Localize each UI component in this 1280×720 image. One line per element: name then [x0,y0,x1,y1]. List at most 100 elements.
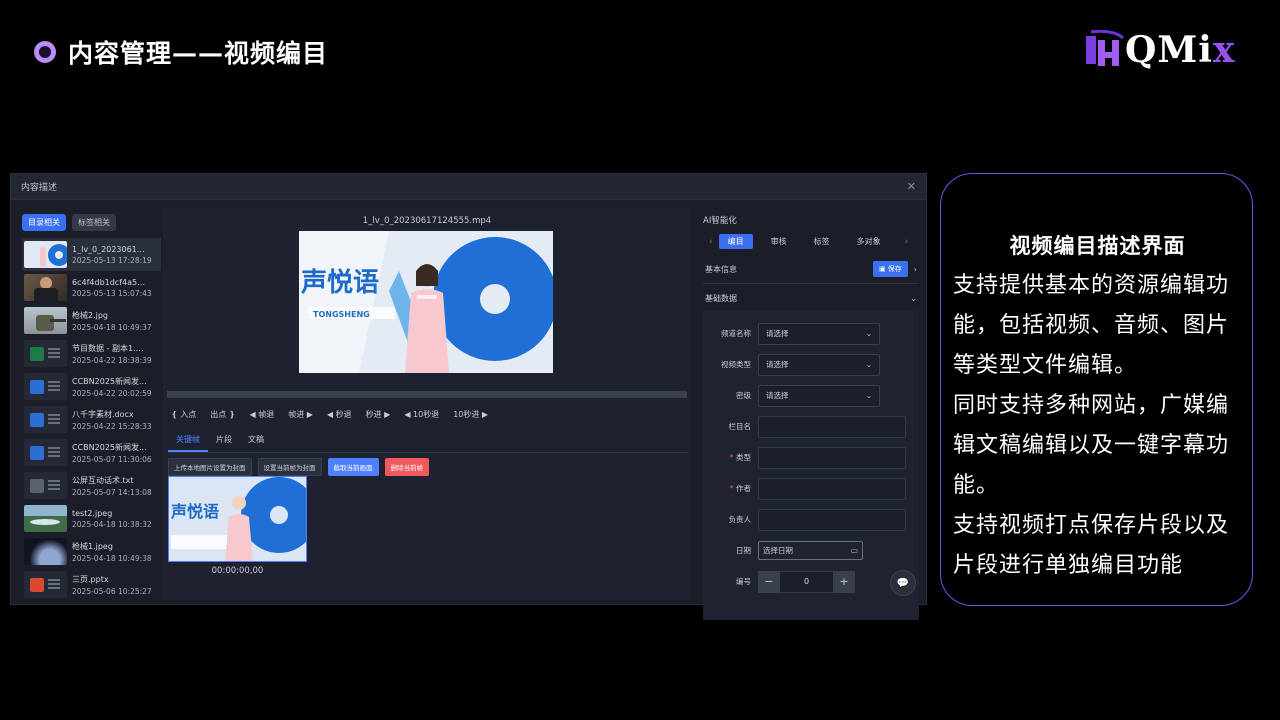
photo-thumbnail [24,505,67,532]
date-picker[interactable]: 选择日期 ▭ [758,541,863,560]
increment-button[interactable]: + [833,570,855,593]
keyframe-actions: 上传本地图片设置为封面 设置当前帧为封面 截取当前画面 删除当前帧 [168,458,429,476]
file-date: 2025-04-18 10:38:32 [72,519,152,529]
owner-input[interactable] [758,508,906,531]
second-back-button[interactable]: ◀ 秒退 [327,409,352,420]
list-item[interactable]: 枪械2.jpg 2025-04-18 10:49:37 [22,304,161,337]
file-date: 2025-04-18 10:49:38 [72,553,152,563]
close-icon[interactable]: ✕ [907,180,916,193]
list-item[interactable]: CCBN2025新闻发... 2025-04-22 20:02:59 [22,370,161,403]
set-frame-cover-button[interactable]: 设置当前帧为封面 [257,458,322,476]
chevron-down-icon: ⌄ [865,360,872,369]
description-card: 视频编目描述界面 支持提供基本的资源编辑功能，包括视频、音频、图片等类型文件编辑… [940,173,1253,606]
list-item[interactable]: 6c4f4db1dcf4a5779...2025-05-13 15:07:43 [22,271,161,304]
photo-thumbnail [24,274,67,301]
list-item[interactable]: 节目数据 - 副本1.xlsx 2025-04-22 18:38:39 [22,337,161,370]
tab-tags[interactable]: 标签相关 [72,214,116,231]
secret-level-select[interactable]: 请选择 ⌄ [758,384,880,407]
slide-title-text: 内容管理——视频编目 [68,39,329,68]
list-item[interactable]: 1_lv_0_202306171... 2025-05-13 17:28:19 [22,238,161,271]
keyframe-thumbnail[interactable]: 声悦语 [168,476,307,562]
ppt-file-icon [24,571,67,598]
decrement-button[interactable]: − [758,570,780,593]
window-title: 内容描述 [21,183,58,193]
file-name: 1_lv_0_202306171... [72,244,148,254]
file-date: 2025-05-13 15:07:43 [72,288,152,298]
ten-second-back-button[interactable]: ◀ 10秒退 [404,409,439,420]
frame-back-button[interactable]: ◀ 帧退 [250,409,275,420]
tab-multi-object[interactable]: 多对象 [848,234,890,249]
video-type-select[interactable]: 请选择 ⌄ [758,353,880,376]
file-name: 6c4f4db1dcf4a5779... [72,277,148,287]
file-name: 八千字素材.docx [72,409,134,419]
file-date: 2025-05-13 17:28:19 [72,255,152,265]
number-stepper: − 0 + [758,570,855,593]
secret-level-label: 密级 [736,391,751,400]
ten-second-forward-button[interactable]: 10秒进 ▶ [453,409,488,420]
calendar-icon: ▭ [850,546,858,555]
basic-info-label: 基本信息 [705,264,737,274]
capture-frame-button[interactable]: 截取当前画面 [327,458,379,476]
excel-file-icon [24,340,67,367]
list-item[interactable]: 枪械1.jpeg 2025-04-18 10:49:38 [22,535,161,568]
chevron-left-icon[interactable]: ‹ [709,237,713,247]
file-name: 枪械2.jpg [72,310,109,320]
basic-data-label: 基础数据 [705,294,737,303]
second-forward-button[interactable]: 秒进 ▶ [366,409,391,420]
file-date: 2025-05-07 11:30:06 [72,454,152,464]
chevron-right-icon[interactable]: › [914,265,917,274]
mark-in-button[interactable]: ❴ 入点 [171,409,196,420]
file-name: test2.jpeg [72,508,113,518]
list-item[interactable]: 八千字素材.docx 2025-04-22 15:28:33 [22,403,161,436]
number-label: 编号 [736,577,751,586]
logo-mark-icon [1083,29,1125,70]
video-thumbnail [24,241,67,268]
video-player[interactable]: 声悦语 TONGSHENG [299,231,553,373]
file-name: 公屏互动话术.txt [72,475,134,485]
list-item[interactable]: test2.jpeg 2025-04-18 10:38:32 [22,502,161,535]
tab-review[interactable]: 审核 [762,234,796,249]
save-button[interactable]: ▣ 保存 [872,261,908,277]
tab-labels[interactable]: 标签 [805,234,839,249]
chevron-down-icon: ⌄ [865,391,872,400]
mark-out-button[interactable]: 出点 ❵ [210,409,235,420]
file-name: CCBN2025新闻发... [72,442,147,452]
tab-manuscript[interactable]: 文稿 [240,429,272,452]
frame-forward-button[interactable]: 帧进 ▶ [288,409,313,420]
word-file-icon [24,439,67,466]
delete-frame-button[interactable]: 删除当前帧 [384,458,429,476]
tab-catalog-ai[interactable]: 编目 [718,234,753,249]
tab-catalog[interactable]: 目录相关 [22,214,66,231]
editor-subtabs: 关键帧 片段 文稿 [168,429,688,453]
file-date: 2025-04-22 20:02:59 [72,388,152,398]
ai-section-title: AI智能化 [703,216,737,226]
number-value[interactable]: 0 [780,570,833,593]
channel-select[interactable]: 请选择 ⌄ [758,322,880,345]
list-item[interactable]: 三页.pptx 2025-05-06 10:25:27 [22,568,161,601]
svg-text:声悦语: 声悦语 [170,502,219,521]
tab-keyframes[interactable]: 关键帧 [168,429,208,452]
file-name: 枪械1.jpeg [72,541,113,551]
author-input[interactable] [758,477,906,500]
type-input[interactable] [758,446,906,469]
photo-thumbnail [24,538,67,565]
logo-text: QMix [1125,29,1236,71]
column-input[interactable] [758,415,906,438]
chevron-right-icon[interactable]: › [905,237,909,247]
video-type-label: 视频类型 [721,360,751,369]
upload-cover-button[interactable]: 上传本地图片设置为封面 [168,458,252,476]
chevron-down-icon[interactable]: ⌄ [910,294,917,303]
file-name: 节目数据 - 副本1.xlsx [72,343,148,353]
photo-thumbnail [24,307,67,334]
timeline-scrubber[interactable] [167,391,687,398]
list-item[interactable]: CCBN2025新闻发... 2025-05-07 11:30:06 [22,436,161,469]
chat-icon[interactable]: 💬 [890,570,916,596]
metadata-panel: AI智能化 ‹ 编目 审核 标签 多对象 › 基本信息 ▣ 保存 › 基础数据 … [703,208,919,620]
tab-clips[interactable]: 片段 [208,429,240,452]
file-date: 2025-04-22 15:28:33 [72,421,152,431]
channel-label: 频道名称 [721,329,751,338]
ring-bullet-icon [34,41,56,63]
file-date: 2025-05-07 14:13:08 [72,487,152,497]
list-item[interactable]: 公屏互动话术.txt 2025-05-07 14:13:08 [22,469,161,502]
column-label: 栏目名 [728,422,752,431]
